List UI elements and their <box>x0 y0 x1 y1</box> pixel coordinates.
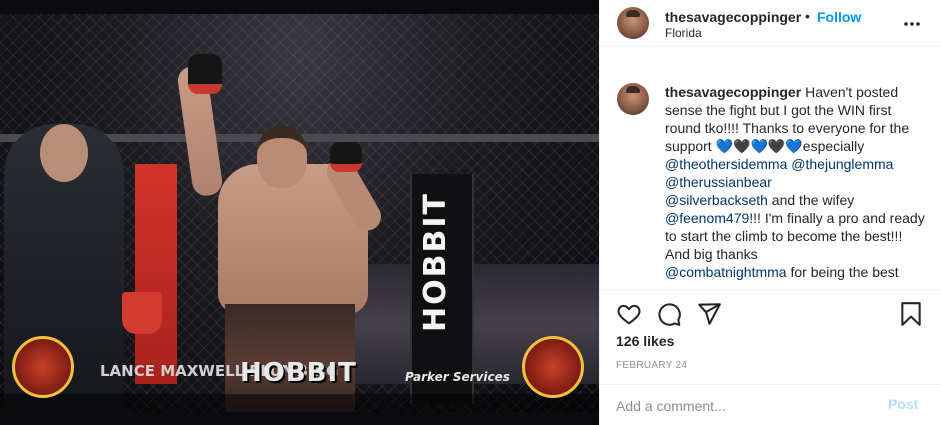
follow-button[interactable]: Follow <box>817 9 861 25</box>
floor-shade <box>0 394 599 412</box>
red-banner <box>135 164 177 384</box>
combat-night-logo-right <box>522 336 584 398</box>
avatar[interactable] <box>617 7 649 39</box>
fight-photo-image: HOBBIT LANCE MAXWELL PLUMBING HOBBIT Par… <box>0 14 599 412</box>
post-comment-button[interactable]: Post <box>888 396 918 412</box>
bookmark-icon[interactable] <box>898 301 924 327</box>
comment-input[interactable] <box>616 396 866 416</box>
heart-emoji: 🖤 <box>767 138 786 154</box>
caption-text: and the wifey <box>767 192 855 208</box>
fighter-head <box>257 126 307 188</box>
paper-plane-icon[interactable] <box>696 301 722 327</box>
post-photo[interactable]: HOBBIT LANCE MAXWELL PLUMBING HOBBIT Par… <box>0 0 599 425</box>
sponsor-hobbit: HOBBIT <box>240 358 357 388</box>
add-comment-bar: Post <box>600 384 941 425</box>
location-link[interactable]: Florida <box>665 26 702 40</box>
heart-emoji: 💙 <box>715 138 734 154</box>
sponsor-parker: Parker Services <box>405 370 510 384</box>
post-caption: thesavagecoppinger Haven't posted sense t… <box>665 83 927 288</box>
heart-emoji: 💙 <box>785 138 803 154</box>
caption-text: especially <box>802 138 865 154</box>
post-username-link[interactable]: thesavagecoppinger <box>665 9 801 25</box>
heart-emoji: 💙 <box>750 138 768 154</box>
mention-link[interactable]: @combatnightmma <box>665 264 787 280</box>
post-actions <box>600 289 941 337</box>
referee-head <box>40 124 88 182</box>
mention-link[interactable]: @therussianbear <box>665 174 772 190</box>
separator-dot: • <box>805 8 810 24</box>
caption-avatar[interactable] <box>617 83 649 115</box>
comment-bubble-icon[interactable] <box>656 301 682 327</box>
mention-link[interactable]: @thejunglemma <box>791 156 893 172</box>
mention-link[interactable]: @theothersidemma <box>665 156 787 172</box>
combat-night-logo-left <box>12 336 74 398</box>
fighter-glove <box>330 142 362 172</box>
fighter-raised-glove <box>188 54 222 94</box>
heart-emoji: 🖤 <box>733 138 751 154</box>
pillar-sponsor-text: HOBBIT <box>418 192 453 332</box>
red-bucket <box>122 292 162 334</box>
caption-text: for being the best <box>786 264 899 280</box>
mention-link[interactable]: @silverbackseth <box>665 192 768 208</box>
more-options-icon[interactable] <box>902 14 922 34</box>
heart-icon[interactable] <box>616 301 642 327</box>
post-date[interactable]: FEBRUARY 24 <box>616 360 687 371</box>
likes-count[interactable]: 126 likes <box>616 333 674 349</box>
caption-username-link[interactable]: thesavagecoppinger <box>665 84 801 100</box>
mention-link[interactable]: @feenom479 <box>665 210 749 226</box>
post-side-panel: thesavagecoppinger • Follow Florida thes… <box>599 0 941 425</box>
post-header: thesavagecoppinger • Follow Florida <box>600 0 941 47</box>
